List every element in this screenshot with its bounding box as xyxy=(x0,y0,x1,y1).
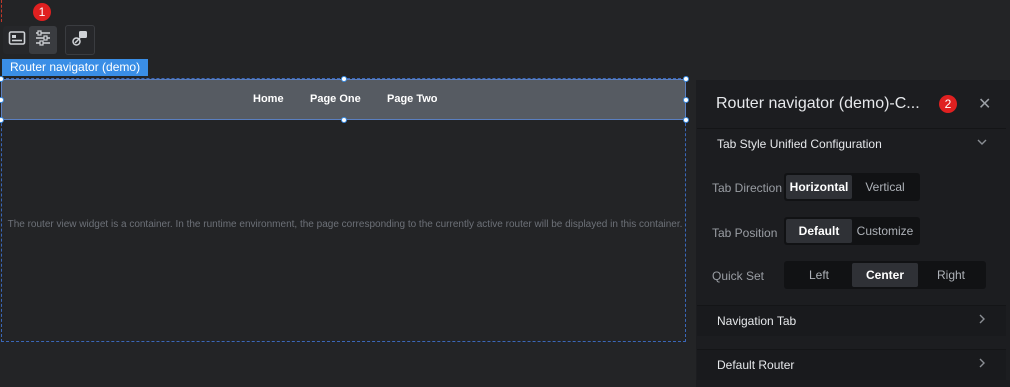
widget-name-tag: Router navigator (demo) xyxy=(2,59,149,76)
section-tab-style[interactable]: Tab Style Unified Configuration xyxy=(697,128,1006,159)
shapes-button[interactable] xyxy=(65,25,95,55)
tab-direction-horizontal[interactable]: Horizontal xyxy=(786,175,852,199)
resize-handle-right[interactable] xyxy=(683,97,689,103)
tab-direction-vertical[interactable]: Vertical xyxy=(852,175,918,199)
tab-direction-label: Tab Direction xyxy=(712,181,783,195)
section-title: Navigation Tab xyxy=(717,314,797,328)
container-placeholder-text: The router view widget is a container. I… xyxy=(7,219,683,230)
step-badge-1: 1 xyxy=(33,3,51,21)
panel-title: Router navigator (demo)-C... xyxy=(716,95,920,112)
section-title: Default Router xyxy=(717,358,795,372)
settings-sliders-button[interactable] xyxy=(29,26,57,54)
resize-handle-bottom[interactable] xyxy=(341,117,347,123)
selection-guide-line xyxy=(1,0,2,22)
chevron-right-icon xyxy=(976,357,988,372)
quick-set-label: Quick Set xyxy=(712,269,765,283)
resize-handle-bottom-right[interactable] xyxy=(683,117,689,123)
nav-tab-page-one[interactable]: Page One xyxy=(310,93,361,105)
tab-position-segmented: Default Customize xyxy=(784,217,920,245)
section-navigation-tab[interactable]: Navigation Tab xyxy=(697,305,1006,336)
quick-set-segmented: Left Center Right xyxy=(784,261,986,289)
tab-position-customize[interactable]: Customize xyxy=(852,219,918,243)
nav-tab-home[interactable]: Home xyxy=(253,93,284,105)
tab-direction-segmented: Horizontal Vertical xyxy=(784,173,920,201)
image-icon xyxy=(8,30,26,51)
section-title: Tab Style Unified Configuration xyxy=(717,137,882,151)
shapes-icon xyxy=(71,29,89,52)
chevron-down-icon xyxy=(976,136,988,151)
sliders-icon xyxy=(34,29,52,51)
nav-tab-page-two[interactable]: Page Two xyxy=(387,93,438,105)
tab-position-default[interactable]: Default xyxy=(786,219,852,243)
image-button[interactable] xyxy=(3,26,31,54)
quick-set-right[interactable]: Right xyxy=(918,263,984,287)
resize-handle-top[interactable] xyxy=(341,76,347,82)
section-default-router[interactable]: Default Router xyxy=(697,349,1006,380)
chevron-right-icon xyxy=(976,313,988,328)
tab-position-label: Tab Position xyxy=(712,226,778,240)
close-icon[interactable]: ✕ xyxy=(978,94,991,114)
quick-set-center[interactable]: Center xyxy=(852,263,918,287)
quick-set-left[interactable]: Left xyxy=(786,263,852,287)
step-badge-2: 2 xyxy=(939,95,957,113)
resize-handle-top-right[interactable] xyxy=(683,76,689,82)
